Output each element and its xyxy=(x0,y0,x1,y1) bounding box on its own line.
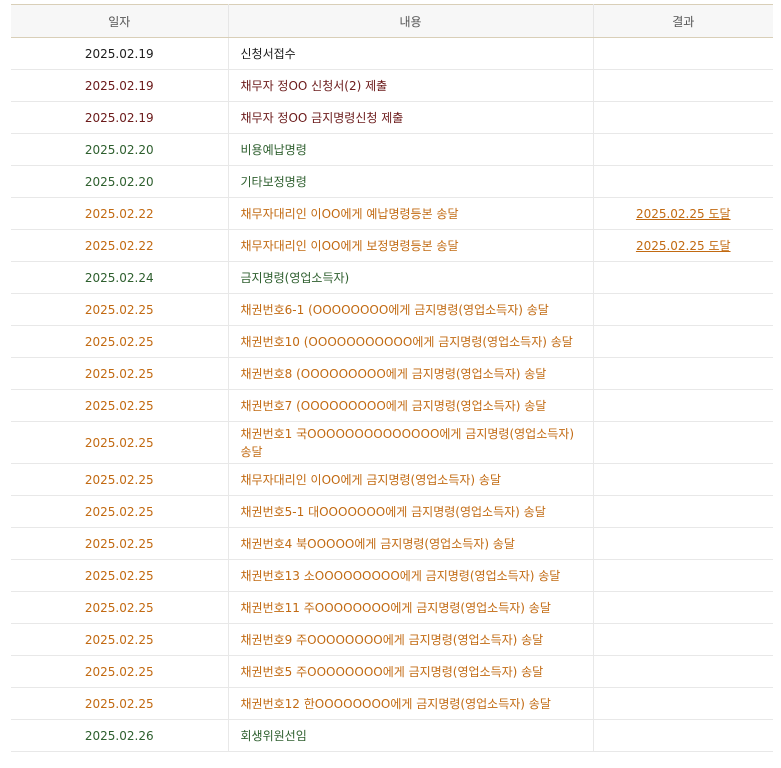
row-date: 2025.02.20 xyxy=(11,165,229,198)
table-row: 2025.02.26 회생위원선임 xyxy=(11,719,773,752)
row-date: 2025.02.25 xyxy=(11,655,229,688)
row-content: 채무자 정OO 신청서(2) 제출 xyxy=(228,69,594,102)
row-date: 2025.02.25 xyxy=(11,495,229,528)
row-date: 2025.02.25 xyxy=(11,389,229,422)
row-date: 2025.02.19 xyxy=(11,101,229,134)
row-content: 금지명령(영업소득자) xyxy=(228,261,594,294)
row-date: 2025.02.19 xyxy=(11,69,229,102)
row-result xyxy=(593,655,773,688)
table-row: 2025.02.25 채권번호11 주OOOOOOOO에게 금지명령(영업소득자)… xyxy=(11,591,773,624)
row-content: 채권번호5-1 대OOOOOOO에게 금지명령(영업소득자) 송달 xyxy=(228,495,594,528)
row-content: 채권번호8 (OOOOOOOOO에게 금지명령(영업소득자) 송달 xyxy=(228,357,594,390)
table-row: 2025.02.25 채권번호5-1 대OOOOOOO에게 금지명령(영업소득자)… xyxy=(11,495,773,528)
row-content: 신청서접수 xyxy=(228,37,594,70)
row-result xyxy=(593,357,773,390)
header-date: 일자 xyxy=(11,4,229,38)
table-row: 2025.02.22 채무자대리인 이OO에게 예납명령등본 송달 2025.02.… xyxy=(11,197,773,230)
row-date: 2025.02.25 xyxy=(11,293,229,326)
row-content: 채권번호9 주OOOOOOOO에게 금지명령(영업소득자) 송달 xyxy=(228,623,594,656)
header-content: 내용 xyxy=(228,4,594,38)
row-result xyxy=(593,623,773,656)
header-row: 일자 내용 결과 xyxy=(11,4,773,38)
row-result xyxy=(593,421,773,464)
table-row: 2025.02.19 채무자 정OO 신청서(2) 제출 xyxy=(11,69,773,102)
row-result xyxy=(593,389,773,422)
table-row: 2025.02.25 채무자대리인 이OO에게 금지명령(영업소득자) 송달 xyxy=(11,463,773,496)
row-date: 2025.02.19 xyxy=(11,37,229,70)
row-date: 2025.02.25 xyxy=(11,421,229,464)
row-date: 2025.02.24 xyxy=(11,261,229,294)
row-result xyxy=(593,687,773,720)
row-content: 채무자대리인 이OO에게 예납명령등본 송달 xyxy=(228,197,594,230)
row-content: 채권번호11 주OOOOOOOO에게 금지명령(영업소득자) 송달 xyxy=(228,591,594,624)
table-body: 2025.02.19 신청서접수 2025.02.19 채무자 정OO 신청서(2) … xyxy=(11,37,773,752)
table-row: 2025.02.20 비용예납명령 xyxy=(11,133,773,166)
row-content: 채권번호1 국OOOOOOOOOOOOOO에게 금지명령(영업소득자) 송달 xyxy=(228,421,594,464)
row-result xyxy=(593,527,773,560)
case-progress-table: 일자 내용 결과 2025.02.19 신청서접수 2025.02.19 채무자 정O… xyxy=(11,4,773,752)
row-result xyxy=(593,325,773,358)
table-header: 일자 내용 결과 xyxy=(11,4,773,38)
delivery-result-link[interactable]: 2025.02.25 도달 xyxy=(636,207,731,221)
row-result xyxy=(593,165,773,198)
row-result: 2025.02.25 도달 xyxy=(593,197,773,230)
row-date: 2025.02.26 xyxy=(11,719,229,752)
case-progress-table-container: 일자 내용 결과 2025.02.19 신청서접수 2025.02.19 채무자 정O… xyxy=(11,4,773,752)
row-content: 채권번호7 (OOOOOOOOO에게 금지명령(영업소득자) 송달 xyxy=(228,389,594,422)
table-row: 2025.02.25 채권번호5 주OOOOOOOO에게 금지명령(영업소득자) … xyxy=(11,655,773,688)
row-content: 채권번호5 주OOOOOOOO에게 금지명령(영업소득자) 송달 xyxy=(228,655,594,688)
table-row: 2025.02.25 채권번호1 국OOOOOOOOOOOOOO에게 금지명령(영… xyxy=(11,421,773,464)
row-result xyxy=(593,69,773,102)
row-content: 채무자대리인 이OO에게 보정명령등본 송달 xyxy=(228,229,594,262)
table-row: 2025.02.25 채권번호12 한OOOOOOOO에게 금지명령(영업소득자)… xyxy=(11,687,773,720)
table-row: 2025.02.19 신청서접수 xyxy=(11,37,773,70)
table-row: 2025.02.25 채권번호7 (OOOOOOOOO에게 금지명령(영업소득자)… xyxy=(11,389,773,422)
row-content: 채권번호4 북OOOOO에게 금지명령(영업소득자) 송달 xyxy=(228,527,594,560)
row-date: 2025.02.25 xyxy=(11,527,229,560)
table-row: 2025.02.19 채무자 정OO 금지명령신청 제출 xyxy=(11,101,773,134)
row-result xyxy=(593,293,773,326)
table-row: 2025.02.25 채권번호9 주OOOOOOOO에게 금지명령(영업소득자) … xyxy=(11,623,773,656)
row-result xyxy=(593,463,773,496)
row-content: 채권번호12 한OOOOOOOO에게 금지명령(영업소득자) 송달 xyxy=(228,687,594,720)
row-result xyxy=(593,133,773,166)
row-content: 비용예납명령 xyxy=(228,133,594,166)
row-date: 2025.02.25 xyxy=(11,357,229,390)
row-result xyxy=(593,591,773,624)
header-result: 결과 xyxy=(593,4,773,38)
row-content: 채권번호10 (OOOOOOOOOOO에게 금지명령(영업소득자) 송달 xyxy=(228,325,594,358)
table-row: 2025.02.20 기타보정명령 xyxy=(11,165,773,198)
row-result xyxy=(593,261,773,294)
row-result: 2025.02.25 도달 xyxy=(593,229,773,262)
row-content: 채권번호6-1 (OOOOOOOO에게 금지명령(영업소득자) 송달 xyxy=(228,293,594,326)
row-date: 2025.02.25 xyxy=(11,591,229,624)
row-content: 채권번호13 소OOOOOOOOO에게 금지명령(영업소득자) 송달 xyxy=(228,559,594,592)
table-row: 2025.02.25 채권번호10 (OOOOOOOOOOO에게 금지명령(영업소… xyxy=(11,325,773,358)
row-content: 채무자대리인 이OO에게 금지명령(영업소득자) 송달 xyxy=(228,463,594,496)
table-row: 2025.02.25 채권번호4 북OOOOO에게 금지명령(영업소득자) 송달 xyxy=(11,527,773,560)
row-result xyxy=(593,37,773,70)
table-row: 2025.02.25 채권번호6-1 (OOOOOOOO에게 금지명령(영업소득자… xyxy=(11,293,773,326)
row-result xyxy=(593,559,773,592)
table-row: 2025.02.22 채무자대리인 이OO에게 보정명령등본 송달 2025.02.… xyxy=(11,229,773,262)
delivery-result-link[interactable]: 2025.02.25 도달 xyxy=(636,239,731,253)
table-row: 2025.02.25 채권번호8 (OOOOOOOOO에게 금지명령(영업소득자)… xyxy=(11,357,773,390)
row-date: 2025.02.25 xyxy=(11,463,229,496)
row-content: 채무자 정OO 금지명령신청 제출 xyxy=(228,101,594,134)
row-result xyxy=(593,101,773,134)
table-row: 2025.02.24 금지명령(영업소득자) xyxy=(11,261,773,294)
row-content: 회생위원선임 xyxy=(228,719,594,752)
row-content: 기타보정명령 xyxy=(228,165,594,198)
row-date: 2025.02.22 xyxy=(11,197,229,230)
row-date: 2025.02.20 xyxy=(11,133,229,166)
row-date: 2025.02.25 xyxy=(11,687,229,720)
row-date: 2025.02.25 xyxy=(11,559,229,592)
row-result xyxy=(593,719,773,752)
row-date: 2025.02.22 xyxy=(11,229,229,262)
table-row: 2025.02.25 채권번호13 소OOOOOOOOO에게 금지명령(영업소득자… xyxy=(11,559,773,592)
row-date: 2025.02.25 xyxy=(11,623,229,656)
row-date: 2025.02.25 xyxy=(11,325,229,358)
row-result xyxy=(593,495,773,528)
